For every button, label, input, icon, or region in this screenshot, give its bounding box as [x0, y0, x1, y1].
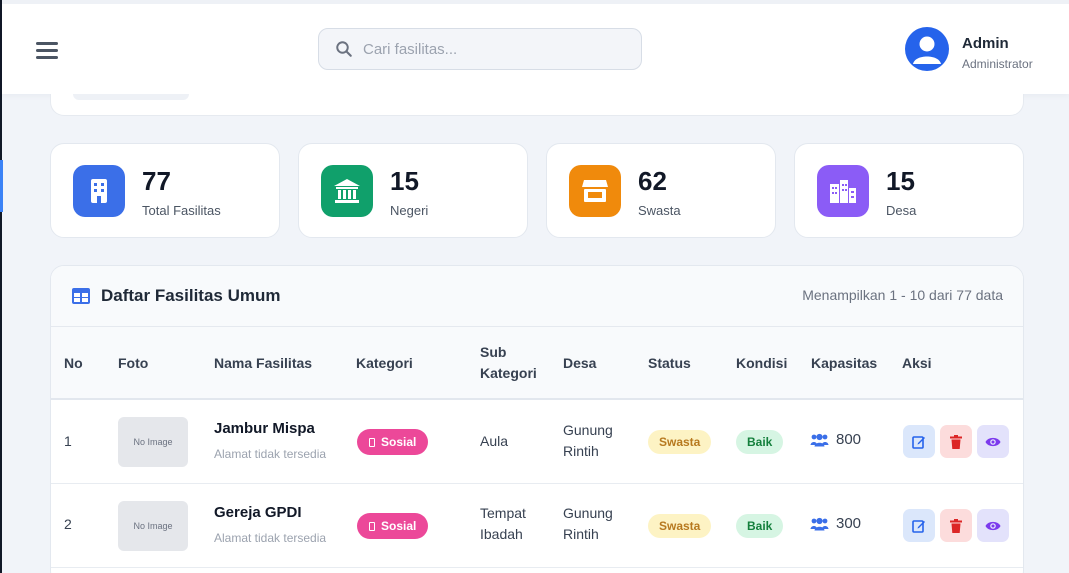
- trash-icon: [950, 434, 962, 449]
- capacity-value: 800: [836, 431, 862, 448]
- search-input[interactable]: [363, 40, 623, 58]
- stat-value: 77: [142, 166, 171, 196]
- stat-value: 15: [390, 166, 419, 196]
- table-icon: [72, 288, 90, 304]
- user-name: Admin: [962, 35, 1009, 52]
- table-row: 1 No Image Jambur Mispa Alamat tidak ter…: [51, 400, 1023, 484]
- edit-button[interactable]: [903, 425, 935, 458]
- view-button[interactable]: [977, 425, 1009, 458]
- search-icon: [336, 41, 352, 57]
- village: Gunung Rintih: [563, 422, 613, 459]
- stat-card-desa: 15 Desa: [794, 143, 1024, 238]
- category-badge: Sosial: [357, 513, 429, 539]
- column-header-kapasitas: Kapasitas: [811, 355, 878, 371]
- delete-button[interactable]: [940, 509, 972, 542]
- view-button[interactable]: [977, 509, 1009, 542]
- eye-icon: [985, 437, 1001, 446]
- column-header-foto: Foto: [118, 355, 149, 371]
- capacity: 800: [810, 431, 861, 448]
- capacity-value: 300: [836, 515, 862, 532]
- stat-value: 15: [886, 166, 915, 196]
- facility-photo-placeholder: No Image: [118, 417, 188, 467]
- column-header-status: Status: [648, 355, 691, 371]
- sub-category: Tempat Ibadah: [480, 505, 526, 542]
- facility-photo-placeholder: No Image: [118, 501, 188, 551]
- table-header-row: No Foto Nama Fasilitas Kategori Sub Kate…: [51, 327, 1023, 400]
- stat-label: Total Fasilitas: [142, 203, 221, 218]
- users-icon: [810, 433, 829, 446]
- table-row: 2 No Image Gereja GPDI Alamat tidak ters…: [51, 484, 1023, 568]
- store-icon: [569, 165, 621, 217]
- user-avatar-icon[interactable]: [905, 27, 949, 71]
- sidebar-active-indicator: [0, 160, 3, 212]
- column-header-kategori: Kategori: [356, 355, 413, 371]
- search-box[interactable]: [318, 28, 642, 70]
- category-icon: [369, 521, 375, 531]
- city-icon: [817, 165, 869, 217]
- status-badge: Swasta: [648, 514, 712, 538]
- stat-label: Swasta: [638, 203, 681, 218]
- column-header-kondisi: Kondisi: [736, 355, 788, 371]
- stat-label: Negeri: [390, 203, 429, 218]
- column-header-sub-kategori: Sub Kategori: [480, 344, 537, 381]
- trash-icon: [950, 518, 962, 533]
- stat-card-swasta: 62 Swasta: [546, 143, 776, 238]
- edit-icon: [912, 435, 925, 449]
- stat-label: Desa: [886, 203, 917, 218]
- user-role: Administrator: [962, 57, 1033, 71]
- column-header-aksi: Aksi: [902, 355, 932, 371]
- facility-table-card: Daftar Fasilitas Umum Menampilkan 1 - 10…: [50, 265, 1024, 573]
- facility-address: Alamat tidak tersedia: [214, 447, 327, 461]
- stat-card-total: 77 Total Fasilitas: [50, 143, 280, 238]
- row-number: 2: [64, 516, 72, 532]
- edit-button[interactable]: [903, 509, 935, 542]
- column-header-desa: Desa: [563, 355, 597, 371]
- facility-name: Gereja GPDI: [214, 504, 302, 521]
- stat-value: 62: [638, 166, 667, 196]
- hamburger-menu-icon[interactable]: [36, 42, 58, 62]
- edit-icon: [912, 519, 925, 533]
- category-label: Sosial: [381, 435, 417, 449]
- users-icon: [810, 517, 829, 530]
- table-title: Daftar Fasilitas Umum: [101, 286, 281, 305]
- top-navbar: Admin Administrator: [2, 0, 1069, 94]
- sub-category: Aula: [480, 433, 509, 449]
- capacity: 300: [810, 515, 861, 532]
- status-badge: Swasta: [648, 430, 712, 454]
- building-icon: [73, 165, 125, 217]
- column-header-nama: Nama Fasilitas: [214, 355, 313, 371]
- facility-name: Jambur Mispa: [214, 420, 315, 437]
- condition-badge: Baik: [736, 430, 784, 454]
- eye-icon: [985, 521, 1001, 530]
- village: Gunung Rintih: [563, 505, 613, 542]
- stat-card-negeri: 15 Negeri: [298, 143, 528, 238]
- table-card-header: Daftar Fasilitas Umum Menampilkan 1 - 10…: [51, 266, 1023, 327]
- category-icon: [369, 437, 375, 447]
- column-header-no: No: [64, 355, 83, 371]
- delete-button[interactable]: [940, 425, 972, 458]
- pagination-info: Menampilkan 1 - 10 dari 77 data: [802, 287, 1003, 303]
- category-badge: Sosial: [357, 429, 429, 455]
- facility-address: Alamat tidak tersedia: [214, 531, 327, 545]
- condition-badge: Baik: [736, 514, 784, 538]
- row-number: 1: [64, 433, 72, 449]
- previous-card-pill: [73, 94, 189, 100]
- category-label: Sosial: [381, 519, 417, 533]
- previous-card-bottom: [50, 94, 1024, 116]
- landmark-icon: [321, 165, 373, 217]
